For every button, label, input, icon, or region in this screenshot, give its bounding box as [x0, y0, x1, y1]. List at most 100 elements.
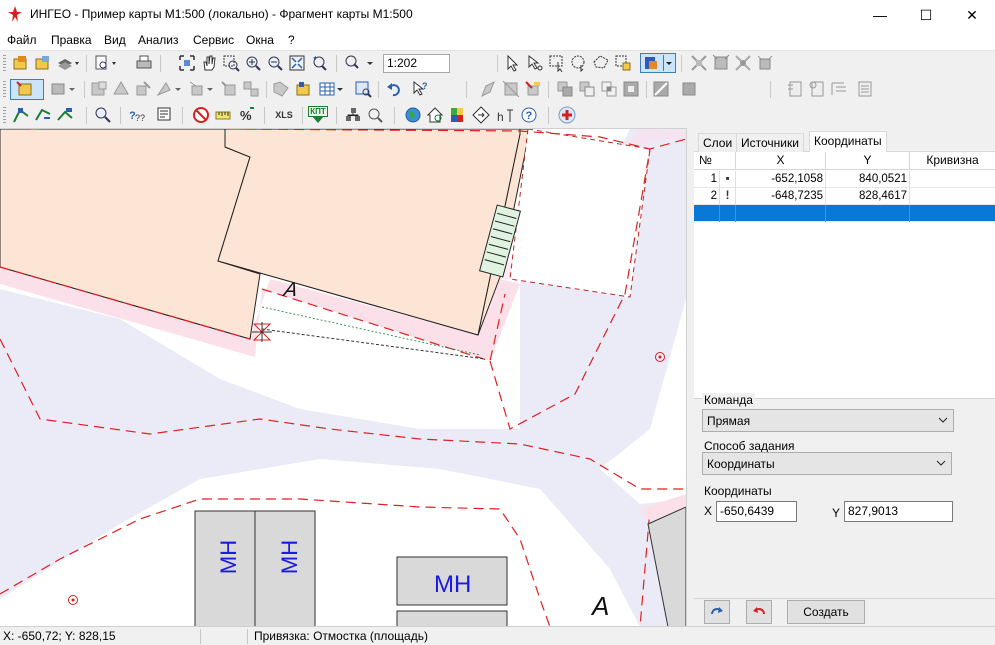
geometry-tool-icon-1[interactable] — [90, 80, 108, 98]
col-x[interactable]: X — [736, 152, 826, 170]
coordinates-grid[interactable]: № X Y Кривизна 1 ▪ -652,1058 840,0521 2 … — [694, 152, 995, 398]
select-point-icon[interactable] — [526, 54, 544, 72]
select-rect-icon[interactable] — [548, 54, 566, 73]
menu-view[interactable]: Вид — [104, 33, 126, 47]
select-arrow-icon[interactable] — [504, 54, 522, 72]
geometry-tool-icon-2[interactable] — [112, 80, 130, 98]
table-row[interactable]: 1 ▪ -652,1058 840,0521 — [694, 171, 995, 188]
menu-help[interactable]: ? — [288, 33, 295, 47]
zoom-in-icon[interactable] — [244, 54, 262, 72]
cut-hole-icon[interactable] — [622, 80, 640, 98]
select-object-icon[interactable] — [614, 54, 632, 72]
undo-icon[interactable] — [385, 80, 403, 98]
col-number[interactable]: № — [694, 152, 736, 170]
scale-input[interactable]: 1:202 — [383, 54, 450, 73]
tab-layers[interactable]: Слои — [698, 133, 738, 152]
search-object-icon[interactable] — [366, 106, 384, 124]
geometry-tool-icon-5[interactable] — [188, 80, 213, 98]
route-icon-2[interactable] — [34, 106, 52, 124]
select-circle-icon[interactable] — [570, 54, 588, 73]
insert-object-icon[interactable] — [294, 80, 312, 98]
style-dropdown-button[interactable] — [640, 53, 676, 73]
intersect-icon[interactable] — [600, 80, 618, 98]
doc-tool-icon-4[interactable] — [856, 80, 874, 98]
open-map-icon[interactable] — [12, 54, 30, 72]
row-y[interactable] — [826, 205, 910, 222]
table-row[interactable]: 2 ! -648,7235 828,4617 — [694, 188, 995, 205]
toolbar-grip[interactable] — [3, 55, 6, 72]
create-button[interactable]: Создать — [787, 600, 865, 624]
height-icon[interactable]: h — [496, 106, 514, 124]
pan-hand-icon[interactable] — [200, 54, 218, 72]
close-button[interactable]: ✕ — [949, 0, 995, 30]
find-icon[interactable] — [94, 106, 112, 124]
menu-file[interactable]: Файл — [7, 33, 37, 47]
tab-coordinates[interactable]: Координаты — [809, 131, 887, 153]
node-tool-icon-3[interactable] — [734, 54, 752, 72]
doc-tool-icon-3[interactable] — [830, 80, 848, 98]
report-icon[interactable] — [156, 106, 174, 124]
col-curvature[interactable]: Кривизна — [910, 152, 995, 170]
command-select[interactable]: Прямая — [702, 409, 954, 432]
undo-button[interactable] — [746, 600, 772, 624]
zoom-previous-icon[interactable] — [310, 54, 328, 72]
geometry-tool-icon-3[interactable] — [134, 80, 152, 98]
percent-icon[interactable]: % — [238, 106, 256, 124]
ruler-icon[interactable] — [214, 106, 232, 124]
zoom-all-icon[interactable] — [288, 54, 306, 72]
toolbar-grip[interactable] — [3, 107, 6, 124]
zoom-extent-icon[interactable] — [178, 54, 196, 72]
query-icon[interactable]: ??? — [128, 106, 146, 124]
geometry-tool-icon-7[interactable] — [242, 80, 260, 98]
export-xls-button[interactable]: XLS — [272, 106, 296, 124]
network-icon[interactable] — [344, 106, 362, 124]
combine-icon[interactable] — [556, 80, 574, 98]
edit-tool-icon-2[interactable] — [502, 80, 520, 98]
geometry-tool-icon-6[interactable] — [220, 80, 238, 98]
zoom-window-icon[interactable] — [222, 54, 240, 72]
select-polygon-icon[interactable] — [592, 54, 610, 72]
table-icon[interactable] — [318, 80, 343, 98]
map-canvas[interactable]: А А МН МН МН — [0, 128, 686, 626]
zoom-out-icon[interactable] — [266, 54, 284, 72]
open-fragment-icon[interactable] — [34, 54, 52, 72]
x-coordinate-field[interactable]: -650,6439 — [716, 501, 797, 522]
row-curvature[interactable] — [910, 171, 995, 188]
medical-add-icon[interactable] — [558, 106, 576, 124]
subtract-icon[interactable] — [578, 80, 596, 98]
y-coordinate-field[interactable]: 827,9013 — [844, 501, 953, 522]
geometry-tool-icon-8[interactable] — [272, 80, 290, 98]
table-row-selected[interactable] — [694, 205, 995, 222]
edit-mode-button[interactable] — [10, 79, 44, 100]
object-props-icon[interactable] — [50, 80, 75, 98]
context-help-icon[interactable]: ? — [411, 80, 429, 98]
menu-service[interactable]: Сервис — [193, 33, 234, 47]
method-select[interactable]: Координаты — [702, 452, 952, 475]
scale-icon[interactable] — [344, 54, 373, 72]
print-preview-icon[interactable] — [93, 54, 116, 72]
panel-splitter[interactable] — [686, 128, 694, 626]
toolbar-grip[interactable] — [3, 81, 6, 98]
node-tool-icon-4[interactable] — [756, 54, 774, 72]
route-icon-1[interactable] — [12, 106, 30, 124]
redo-button[interactable] — [704, 600, 730, 624]
maximize-button[interactable]: ☐ — [903, 0, 949, 30]
menu-analysis[interactable]: Анализ — [138, 33, 179, 47]
minimize-button[interactable]: — — [857, 0, 903, 30]
map-drawing[interactable] — [0, 129, 686, 626]
row-y[interactable]: 828,4617 — [826, 188, 910, 205]
node-tool-icon-2[interactable] — [712, 54, 730, 72]
edit-tool-icon-3[interactable] — [524, 80, 542, 98]
row-x[interactable]: -652,1058 — [736, 171, 826, 188]
kpt-import-button[interactable]: КПТ — [308, 106, 328, 124]
split-line-icon[interactable] — [652, 80, 670, 98]
house-search-icon[interactable] — [426, 106, 444, 124]
row-x[interactable] — [736, 205, 826, 222]
fill-rect-icon[interactable] — [680, 80, 698, 98]
col-y[interactable]: Y — [826, 152, 910, 170]
node-tool-icon-1[interactable] — [690, 54, 708, 72]
print-icon[interactable] — [135, 54, 153, 72]
tab-sources[interactable]: Источники — [736, 133, 804, 152]
menu-edit[interactable]: Правка — [51, 33, 92, 47]
globe-icon[interactable] — [404, 106, 422, 124]
